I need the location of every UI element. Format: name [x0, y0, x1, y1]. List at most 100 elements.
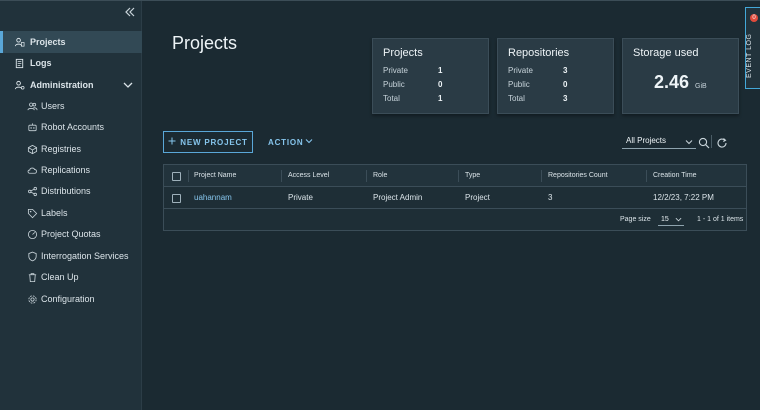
sidebar-item-administration[interactable]: Administration: [0, 74, 142, 96]
role-cell: Project Admin: [373, 193, 423, 202]
card-row-label: Total: [508, 94, 525, 103]
repositories-count-cell: 3: [548, 193, 553, 202]
sidebar-item-label: Clean Up: [41, 272, 79, 282]
repositories-summary-card: Repositories Private 3 Public 0 Total 3: [497, 38, 614, 114]
project-filter-select[interactable]: All Projects: [622, 134, 696, 149]
sidebar-item-label: Logs: [30, 58, 52, 68]
sidebar-item-label: Administration: [30, 80, 94, 90]
card-row-value: 0: [438, 80, 443, 89]
card-row-label: Private: [508, 66, 533, 75]
column-header-type[interactable]: Type: [465, 165, 480, 187]
sidebar-item-projects[interactable]: Projects: [0, 31, 142, 53]
page-size-value: 15: [661, 216, 669, 223]
collapse-sidebar-icon[interactable]: [123, 6, 137, 20]
search-icon[interactable]: [698, 136, 710, 149]
new-project-button[interactable]: NEW PROJECT: [163, 131, 253, 153]
sidebar-item-label: Configuration: [41, 294, 95, 304]
shield-icon: [25, 249, 39, 263]
project-name-link[interactable]: uahannam: [194, 187, 232, 209]
sidebar: Projects Logs Administration Users Robot…: [0, 1, 142, 410]
registry-icon: [25, 142, 39, 156]
sidebar-item-label: Interrogation Services: [41, 251, 129, 261]
projects-icon: [12, 35, 26, 49]
card-row-label: Public: [508, 80, 530, 89]
refresh-icon[interactable]: [716, 136, 728, 148]
card-row-value: 1: [438, 66, 443, 75]
card-row-label: Total: [383, 94, 400, 103]
toolbar-divider: [711, 135, 712, 148]
sidebar-item-label: Robot Accounts: [41, 122, 105, 132]
users-admin-icon: [12, 78, 26, 92]
sidebar-item-label: Project Quotas: [41, 229, 101, 239]
card-row-value: 0: [563, 80, 568, 89]
column-divider: [366, 170, 367, 182]
new-project-label: NEW PROJECT: [180, 137, 248, 147]
sidebar-item-distributions[interactable]: Distributions: [0, 180, 142, 202]
sidebar-item-robot-accounts[interactable]: Robot Accounts: [0, 116, 142, 138]
sidebar-item-labels[interactable]: Labels: [0, 202, 142, 224]
tag-icon: [25, 206, 39, 220]
card-row-value: 1: [438, 94, 443, 103]
table-row[interactable]: uahannam Private Project Admin Project 3…: [164, 187, 746, 209]
column-divider: [541, 170, 542, 182]
card-row-label: Public: [383, 80, 405, 89]
action-button[interactable]: ACTION: [268, 131, 313, 153]
creation-time-cell: 12/2/23, 7:22 PM: [653, 193, 714, 202]
page-size-select[interactable]: 15: [658, 214, 684, 226]
trash-icon: [25, 270, 39, 284]
event-log-label: EVENT LOG: [746, 33, 753, 79]
card-row-label: Private: [383, 66, 408, 75]
sidebar-item-configuration[interactable]: Configuration: [0, 288, 142, 310]
page-size-label: Page size: [620, 216, 651, 223]
access-level-cell: Private: [288, 193, 313, 202]
action-label: ACTION: [268, 137, 304, 147]
users-icon: [25, 99, 39, 113]
sidebar-item-label: Projects: [30, 37, 66, 47]
sidebar-item-label: Registries: [41, 144, 82, 154]
storage-value: 2.46: [654, 72, 690, 92]
event-log-badge: 0: [750, 14, 758, 22]
sidebar-item-registries[interactable]: Registries: [0, 138, 142, 160]
table-header: Project Name Access Level Role Type Repo…: [164, 165, 746, 187]
chevron-down-icon: [685, 137, 693, 151]
column-header-project-name[interactable]: Project Name: [194, 165, 236, 187]
sidebar-item-interrogation-services[interactable]: Interrogation Services: [0, 245, 142, 267]
sidebar-item-label: Labels: [41, 208, 68, 218]
select-all-checkbox[interactable]: [172, 172, 181, 181]
column-divider: [188, 170, 189, 182]
sidebar-item-label: Users: [41, 101, 65, 111]
column-divider: [281, 170, 282, 182]
row-checkbox[interactable]: [172, 194, 181, 203]
cloud-sync-icon: [25, 163, 39, 177]
plus-icon: [168, 137, 176, 147]
sidebar-item-logs[interactable]: Logs: [0, 52, 142, 74]
chevron-down-icon[interactable]: [122, 79, 134, 91]
storage-unit: GiB: [695, 83, 707, 90]
column-divider: [458, 170, 459, 182]
sidebar-item-users[interactable]: Users: [0, 95, 142, 117]
column-header-repositories-count[interactable]: Repositories Count: [548, 165, 608, 187]
items-range-text: 1 - 1 of 1 items: [697, 216, 744, 223]
sidebar-item-replications[interactable]: Replications: [0, 159, 142, 181]
event-log-tab[interactable]: 0 EVENT LOG: [745, 7, 760, 89]
sidebar-item-clean-up[interactable]: Clean Up: [0, 266, 142, 288]
column-header-access-level[interactable]: Access Level: [288, 165, 329, 187]
card-title: Repositories: [508, 47, 570, 59]
storage-summary-card: Storage used 2.46 GiB: [622, 38, 739, 114]
projects-table: Project Name Access Level Role Type Repo…: [163, 164, 747, 231]
gear-icon: [25, 292, 39, 306]
filter-value: All Projects: [626, 136, 667, 145]
column-header-role[interactable]: Role: [373, 165, 387, 187]
share-icon: [25, 184, 39, 198]
sidebar-item-project-quotas[interactable]: Project Quotas: [0, 223, 142, 245]
type-cell: Project: [465, 193, 490, 202]
chevron-down-icon: [305, 137, 313, 147]
column-header-creation-time[interactable]: Creation Time: [653, 165, 697, 187]
card-row-value: 3: [563, 66, 568, 75]
card-title: Storage used: [633, 47, 699, 59]
gauge-icon: [25, 227, 39, 241]
sidebar-item-label: Replications: [41, 165, 91, 175]
column-divider: [646, 170, 647, 182]
page-title: Projects: [172, 33, 238, 53]
sidebar-item-label: Distributions: [41, 186, 91, 196]
